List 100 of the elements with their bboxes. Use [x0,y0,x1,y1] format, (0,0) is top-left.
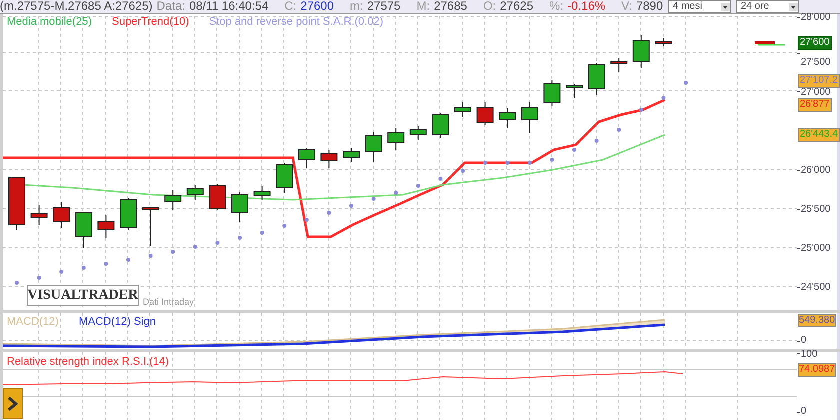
price-marker: 26'443.4 [798,128,840,142]
sar-dot [528,161,532,165]
sar-dot [260,231,264,235]
candlestick [388,128,405,150]
interval-dropdown[interactable]: 24 ore [736,0,799,13]
candlestick [320,150,338,168]
candlestick [410,126,427,140]
candlestick [365,132,382,162]
candlestick [499,108,516,128]
candlestick [75,212,92,248]
price-marker: 26'877 [798,98,832,112]
sar-dot [550,158,554,162]
sar-dot [639,108,644,112]
sar-dot [572,148,576,152]
date-label: Data: [156,0,186,13]
chevron-right-icon [8,396,18,410]
axis-label: 28'000 [801,12,831,23]
candlestick [98,214,115,238]
sar-dot [506,161,510,165]
field-label: M: [416,0,430,13]
sar-dot [15,281,19,285]
field-value: 27625 [500,0,534,13]
candlestick [8,178,26,230]
field-value: -0.16% [568,0,606,13]
sar-dot [104,262,108,266]
sar-dot [416,184,420,188]
price-marker: 27'107.2 [798,74,840,88]
rsi-marker: 74.0987 [798,363,836,377]
axis-label: 26'000 [801,165,831,176]
scroll-right-button[interactable] [3,388,23,419]
candlestick [544,80,561,106]
legend-label: MACD(12) [7,315,59,330]
field-value: 27575 [367,0,401,13]
axis-label: 0 [801,335,807,347]
sar-dot [126,258,130,262]
axis-label: 27'500 [801,57,831,68]
caret-icon [721,2,730,10]
field-value: 27600 [300,0,334,13]
field-label: m: [350,0,364,13]
axis-label: 0 [801,406,807,417]
price-marker: 27'600 [798,36,832,50]
sar-dot [82,266,86,270]
legend-label: Media mobile(25) [7,15,92,30]
candlestick [610,58,628,72]
candlestick [432,112,450,138]
candlestick [186,184,204,200]
candlestick [343,148,360,162]
sar-dot [304,218,309,222]
field-label: V: [622,0,632,13]
sar-dot [171,250,176,254]
sar-dot [193,245,198,249]
sar-dot [350,204,354,208]
sar-dot [684,81,688,85]
field-value: 7890 [636,0,664,13]
field-label: %: [550,0,564,13]
axis-label: 100 [801,349,818,360]
candlestick [164,190,182,210]
candlestick [655,38,672,46]
legend-line-drawing [755,42,785,46]
date-value: 08/11 16:40:54 [189,0,269,13]
candlestick [476,102,494,126]
sar-dot [372,197,376,201]
sar-dot [594,139,599,143]
legend-label: Stop and reverse point S.A.R.(0.02) [209,15,384,30]
field-value: 27685 [434,0,468,13]
sar-dot [394,191,398,195]
sar-dot [327,211,332,215]
quote-range: (m.27575-M.27685 A:27625) [0,0,153,13]
candlestick [232,192,248,222]
sar-dot [483,161,488,165]
period-dropdown[interactable]: 4 mesi [668,0,731,13]
candlestick [120,198,137,230]
sar-dot [662,96,666,100]
candlestick [276,162,294,194]
candlestick [588,62,606,96]
logo: VISUALTRADER [27,285,139,306]
sar-dot [617,128,622,132]
macd-marker: 549.380 [798,314,836,327]
candlestick [254,186,271,200]
sar-dot [438,177,443,181]
candlestick [53,202,70,228]
legend-label: SuperTrend(10) [112,15,190,30]
candlestick [209,184,226,210]
axis-label: 25'500 [801,204,831,215]
axis-label: 25'000 [801,243,831,254]
sar-dot [148,254,153,258]
caret-icon [789,2,798,10]
candlestick [632,34,650,68]
candlestick [298,148,316,168]
field-label: O: [483,0,496,13]
candlestick [566,84,583,98]
field-label: C: [284,0,297,13]
candlestick [30,204,48,226]
legend-label: MACD(12) Sign [78,315,156,330]
candlestick [142,208,160,246]
data-source-label: Dati Intraday [143,297,194,307]
legend-label: Relative strength index R.S.I.(14) [7,355,170,370]
axis-label: 24'500 [801,282,831,293]
sar-dot [282,224,287,228]
sar-dot [238,236,242,240]
